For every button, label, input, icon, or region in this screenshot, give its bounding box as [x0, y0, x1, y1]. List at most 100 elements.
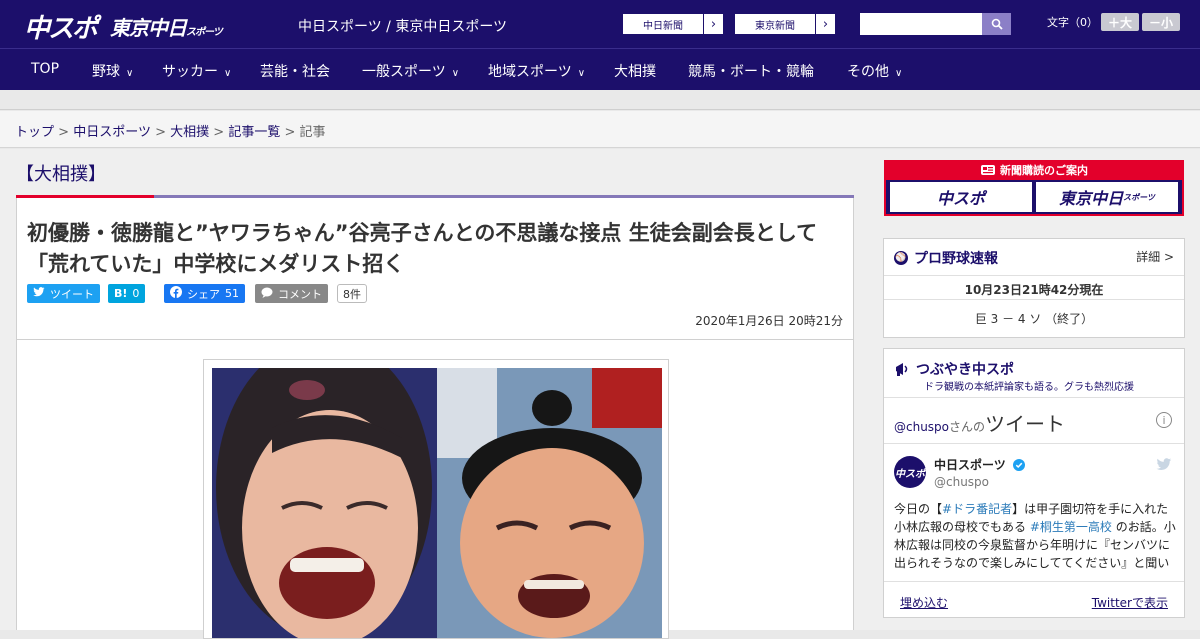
nav-item-local-sports[interactable]: 地域スポーツ ∨	[488, 61, 585, 81]
tokyo-chunichi-logo[interactable]: 東京中日スポーツ	[110, 12, 223, 41]
site-links[interactable]: 中日スポーツ / 東京中日スポーツ	[298, 16, 507, 36]
category-title: 【大相撲】	[16, 164, 106, 185]
tokyo-chunichi-logo-small: スポーツ	[186, 27, 223, 38]
facebook-count: 51	[225, 287, 239, 300]
tweet-text-part: 今日の【	[894, 502, 943, 516]
breadcrumb-bar: トップ > 中日スポーツ > 大相撲 > 記事一覧 > 記事	[0, 111, 1200, 148]
comment-bubble-icon	[261, 287, 273, 301]
breadcrumb-sumo[interactable]: 大相撲	[170, 125, 209, 140]
chevron-down-icon: ∨	[224, 68, 232, 79]
tweet-widget-subtitle: ドラ観戦の本紙評論家も語る。グラも熱烈応援	[924, 382, 1134, 393]
hatena-count: 0	[132, 287, 140, 300]
nav-item-entertainment[interactable]: 芸能・社会	[260, 61, 330, 81]
twitter-bird-icon	[33, 287, 45, 300]
nav-item-racing[interactable]: 競馬・ボート・競輪	[688, 61, 814, 81]
twitter-embed-header: @chuspoさんのツイート	[894, 408, 1065, 437]
baseball-icon: ⚾	[894, 251, 908, 265]
pro-baseball-widget: ⚾ プロ野球速報 詳細 > 10月23日21時42分現在 巨 3 － 4 ソ （…	[883, 238, 1185, 338]
font-size-label: 文字（0）	[1047, 16, 1098, 29]
breadcrumb-chunichi-sports[interactable]: 中日スポーツ	[73, 125, 151, 140]
chevron-right-icon: ›	[703, 14, 723, 34]
comment-count[interactable]: 8件	[337, 284, 367, 303]
breadcrumb-current: 記事	[299, 125, 326, 140]
twitter-embed-footer: 埋め込む Twitterで表示	[884, 581, 1184, 621]
article-photo[interactable]	[212, 368, 662, 638]
chevron-down-icon: ∨	[577, 68, 586, 79]
subscription-banner-text: 新聞購読のご案内	[1000, 164, 1088, 177]
subscription-banner-title: 新聞購読のご案内	[886, 160, 1182, 180]
article-date: 2020年1月26日 20時21分	[695, 314, 843, 328]
chevron-down-icon: ∨	[451, 68, 460, 79]
nav-item-label: その他	[847, 64, 889, 80]
tokyo-shimbun-button[interactable]: 東京新聞 ›	[734, 13, 836, 35]
tweet-widget: つぶやき中スポ ドラ観戦の本紙評論家も語る。グラも熱烈応援 @chuspoさんの…	[883, 348, 1185, 618]
search-input[interactable]	[860, 13, 982, 35]
article-headline: 初優勝・徳勝龍と”ヤワラちゃん”谷亮子さんとの不思議な接点 生徒会副会長として「…	[27, 221, 818, 276]
breadcrumb-top[interactable]: トップ	[15, 125, 54, 140]
embed-link[interactable]: 埋め込む	[900, 594, 948, 611]
ad-tokyo-chunichi-small: スポーツ	[1123, 192, 1155, 202]
ad-strip	[0, 90, 1200, 110]
nav-item-top[interactable]: TOP	[31, 61, 59, 77]
breadcrumb-separator: >	[155, 125, 166, 140]
tweet-author-name[interactable]: 中日スポーツ	[934, 456, 1025, 473]
twitter-header-suffix: さんの	[949, 420, 986, 434]
facebook-label: シェア	[187, 287, 220, 301]
article-photo-area	[16, 340, 854, 639]
pro-baseball-title-text: プロ野球速報	[914, 251, 998, 267]
top-header: 中スポ 東京中日スポーツ 中日スポーツ / 東京中日スポーツ 中日新聞 › 東京…	[0, 0, 1200, 48]
tweet-hashtag[interactable]: #ドラ番記者	[942, 502, 1012, 516]
avatar[interactable]: 中スポ	[894, 456, 926, 488]
megaphone-icon	[896, 363, 908, 376]
font-bigger-button[interactable]: ＋大	[1101, 13, 1139, 31]
comment-label: コメント	[278, 287, 322, 301]
verified-badge-icon	[1012, 459, 1025, 471]
nav-item-baseball[interactable]: 野球 ∨	[92, 61, 133, 81]
hatena-icon: B!	[114, 287, 128, 300]
hatena-bookmark-button[interactable]: B! 0	[108, 284, 146, 303]
twitter-bird-icon[interactable]	[1156, 456, 1172, 475]
tweet-hashtag[interactable]: #桐生第一高校	[1030, 520, 1112, 534]
newspaper-icon	[981, 165, 995, 175]
nav-item-label: 野球	[92, 64, 120, 80]
facebook-share-button[interactable]: シェア 51	[164, 284, 245, 303]
twitter-header-title: ツイート	[985, 412, 1066, 436]
nav-item-general-sports[interactable]: 一般スポーツ ∨	[362, 61, 459, 81]
tweet-widget-title-text: つぶやき中スポ	[916, 362, 1014, 378]
twitter-embed: @chuspoさんのツイート i 中スポ 中日スポーツ @chuspo 今日の【…	[884, 397, 1184, 617]
tokyo-chunichi-logo-text: 東京中日	[110, 16, 187, 40]
chevron-down-icon: ∨	[895, 68, 903, 79]
search-button[interactable]	[982, 13, 1011, 35]
font-smaller-button[interactable]: －小	[1142, 13, 1180, 31]
chuspo-logo[interactable]: 中スポ	[24, 8, 98, 45]
tweet-author-handle[interactable]: @chuspo	[934, 475, 989, 489]
nav-item-sumo[interactable]: 大相撲	[614, 61, 656, 81]
ad-tokyo-chunichi-logo[interactable]: 東京中日 スポーツ	[1036, 182, 1178, 212]
view-on-twitter-link[interactable]: Twitterで表示	[1092, 594, 1168, 611]
nav-item-label: 大相撲	[614, 64, 656, 80]
breadcrumb: トップ > 中日スポーツ > 大相撲 > 記事一覧 > 記事	[15, 121, 326, 140]
breadcrumb-article-list[interactable]: 記事一覧	[228, 125, 280, 140]
subscription-banner[interactable]: 新聞購読のご案内 中スポ 東京中日 スポーツ	[884, 160, 1184, 216]
tweet-widget-title: つぶやき中スポ	[894, 359, 1014, 379]
tweet-label: ツイート	[50, 287, 94, 301]
pro-baseball-detail-link[interactable]: 詳細 >	[1136, 248, 1174, 265]
ad-tokyo-chunichi-text: 東京中日	[1059, 189, 1124, 208]
chevron-down-icon: ∨	[126, 68, 134, 79]
article-photo-image	[212, 368, 662, 638]
chunichi-shimbun-label: 中日新聞	[643, 20, 683, 32]
ad-chuspo-logo[interactable]: 中スポ	[890, 182, 1032, 212]
info-icon[interactable]: i	[1156, 412, 1172, 428]
facebook-icon	[170, 286, 182, 301]
tweet-button[interactable]: ツイート	[27, 284, 100, 303]
comment-button[interactable]: コメント	[255, 284, 328, 303]
breadcrumb-separator: >	[284, 125, 296, 140]
twitter-header-user[interactable]: @chuspo	[894, 420, 949, 434]
nav-item-label: TOP	[31, 61, 60, 77]
tweet-author-name-text: 中日スポーツ	[934, 458, 1006, 472]
nav-item-other[interactable]: その他 ∨	[847, 61, 902, 81]
search-icon	[991, 18, 1003, 30]
nav-item-soccer[interactable]: サッカー ∨	[162, 61, 231, 81]
chunichi-shimbun-button[interactable]: 中日新聞 ›	[622, 13, 724, 35]
pro-baseball-score[interactable]: 巨 3 － 4 ソ （終了）	[884, 299, 1184, 337]
